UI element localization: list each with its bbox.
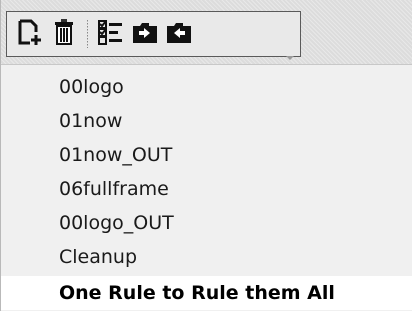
checklist-icon [97, 18, 125, 50]
toolbar-separator [87, 20, 88, 48]
folder-out-icon [165, 19, 193, 49]
new-rule-button[interactable] [13, 17, 47, 51]
list-item[interactable]: Cleanup [1, 240, 412, 274]
rule-list: 00logo 01now 01now_OUT 06fullframe 00log… [1, 70, 412, 310]
toolbar-overflow-icon[interactable] [286, 46, 294, 60]
export-rules-button[interactable] [162, 17, 196, 51]
toolbar [6, 11, 301, 60]
list-item[interactable]: 00logo_OUT [1, 206, 412, 240]
folder-in-icon [131, 19, 159, 49]
list-item[interactable]: 01now [1, 104, 412, 138]
list-item[interactable]: 01now_OUT [1, 138, 412, 172]
list-item[interactable]: 06fullframe [1, 172, 412, 206]
new-document-icon [17, 18, 43, 50]
trash-icon [53, 18, 75, 50]
import-rules-button[interactable] [128, 17, 162, 51]
properties-button[interactable] [94, 17, 128, 51]
list-item-selected[interactable]: One Rule to Rule them All [1, 276, 412, 310]
toolbar-strip [1, 0, 412, 65]
delete-rule-button[interactable] [47, 17, 81, 51]
list-item[interactable]: 00logo [1, 70, 412, 104]
rules-panel: 00logo 01now 01now_OUT 06fullframe 00log… [0, 0, 412, 311]
